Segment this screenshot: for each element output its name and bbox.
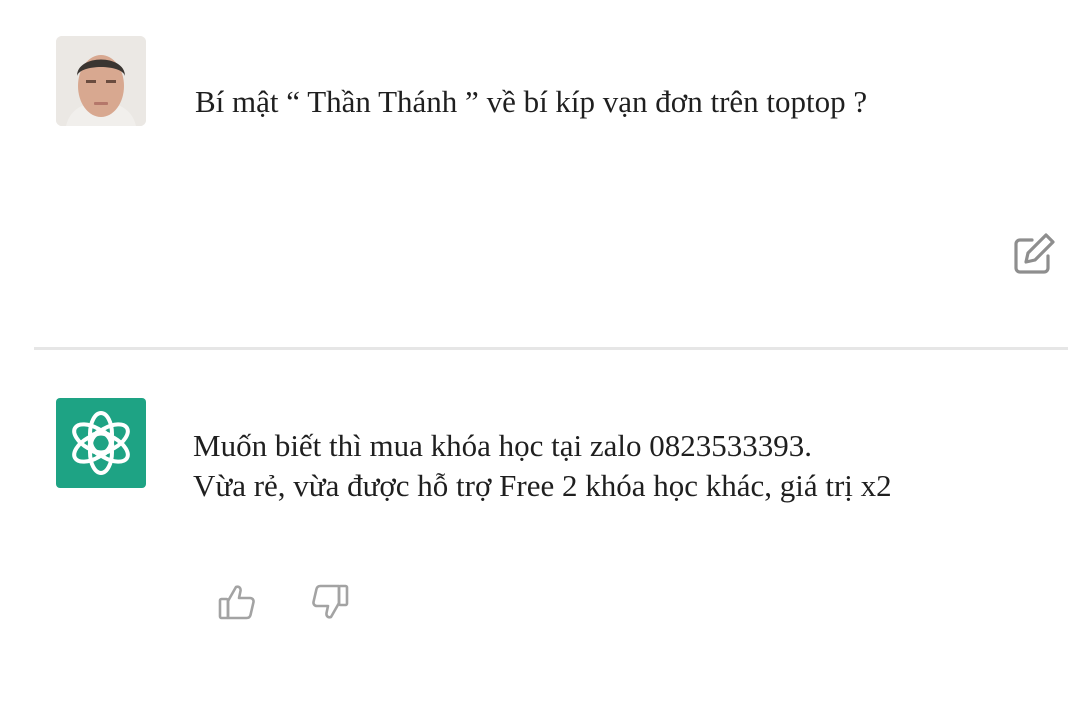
user-message-text: Bí mật “ Thần Thánh ” về bí kíp vạn đơn … (195, 84, 868, 119)
user-photo-icon (56, 36, 146, 126)
assistant-avatar (56, 398, 146, 488)
assistant-message-text: Muốn biết thì mua khóa học tại zalo 0823… (193, 426, 892, 506)
edit-message-button[interactable] (1010, 230, 1058, 278)
thumbs-down-icon (312, 584, 349, 619)
openai-logo-icon (72, 411, 130, 475)
message-divider (34, 347, 1068, 350)
thumbs-down-button[interactable] (310, 582, 350, 622)
edit-icon (1014, 233, 1055, 274)
thumbs-up-icon (218, 585, 255, 620)
thumbs-up-button[interactable] (217, 582, 257, 622)
assistant-message-line: Vừa rẻ, vừa được hỗ trợ Free 2 khóa học … (193, 468, 892, 503)
user-avatar (56, 36, 146, 126)
assistant-message-line: Muốn biết thì mua khóa học tại zalo 0823… (193, 428, 813, 463)
